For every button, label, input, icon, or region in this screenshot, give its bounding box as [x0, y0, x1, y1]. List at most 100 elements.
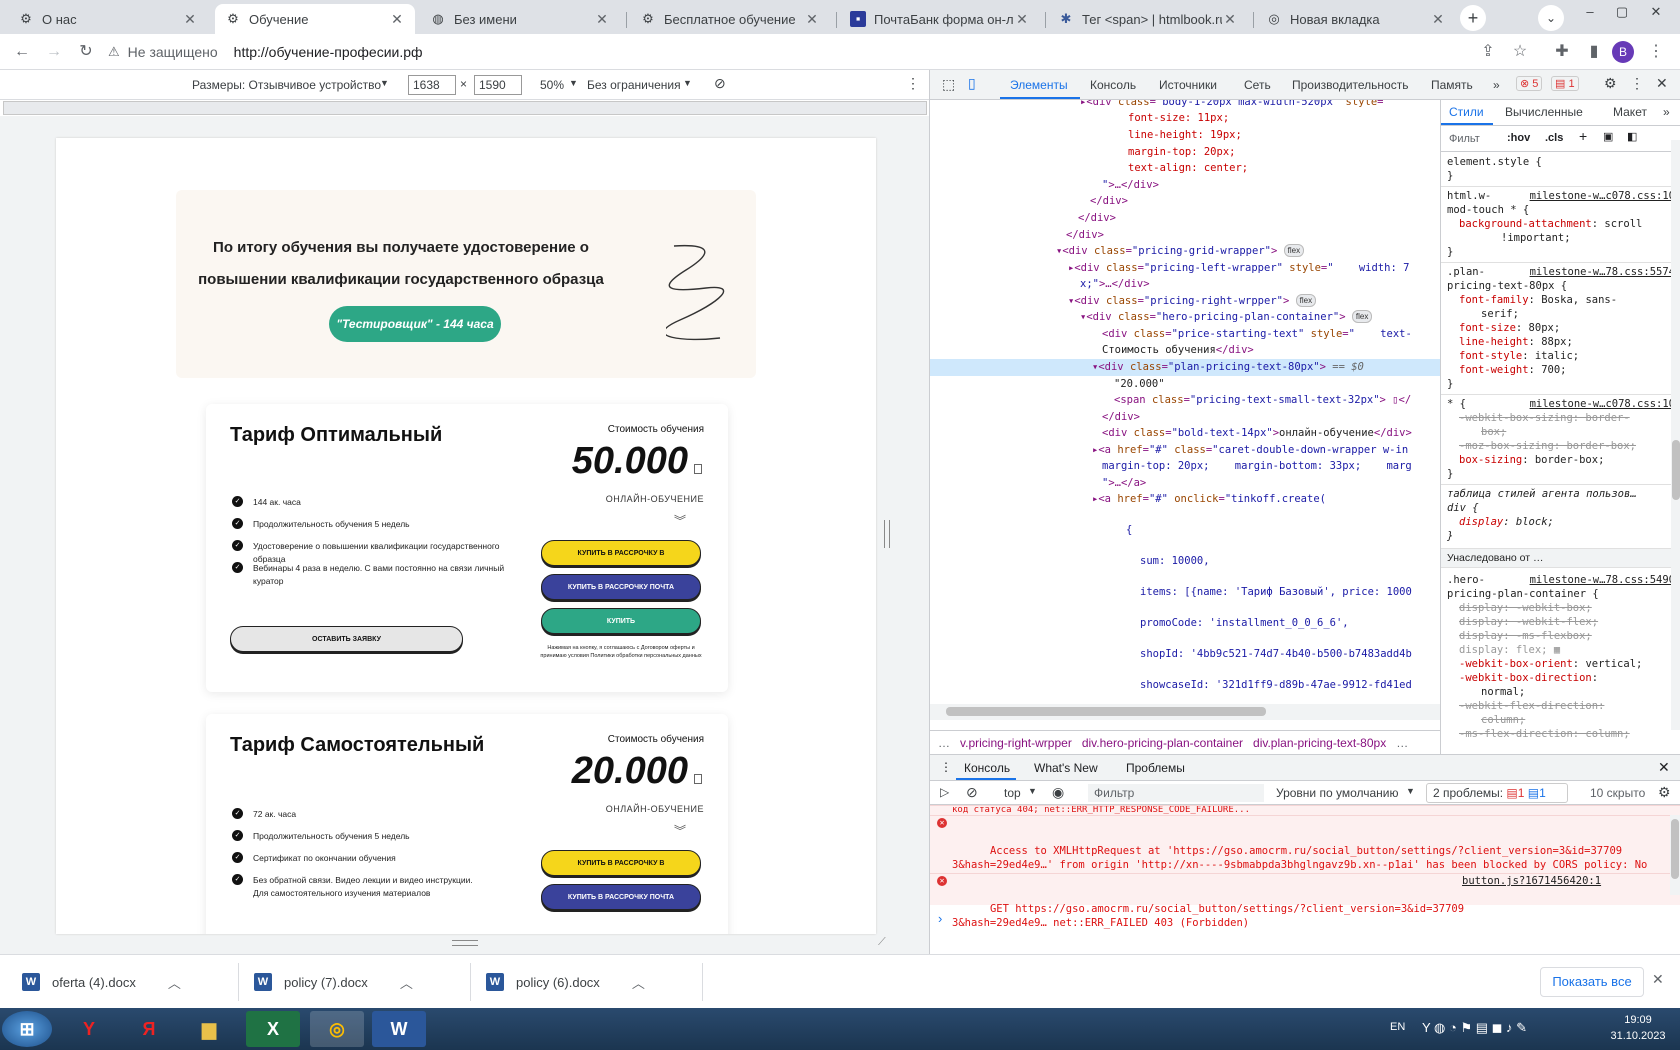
tab-besplatnoe[interactable]: ⚙ Бесплатное обучение ✕ — [630, 4, 830, 34]
close-icon[interactable]: ✕ — [182, 11, 198, 28]
close-icon[interactable]: ✕ — [594, 11, 610, 28]
settings-gear-icon[interactable]: ⚙ — [1604, 75, 1617, 92]
download-item[interactable]: W policy (7).docx ︿ — [254, 955, 413, 1009]
resize-corner-icon[interactable]: ⟋ — [878, 936, 886, 949]
bookmark-star-icon[interactable]: ☆ — [1508, 40, 1532, 64]
rotate-icon[interactable]: ⊘ — [714, 75, 726, 92]
style-property[interactable]: font-size: 80px; — [1459, 322, 1560, 336]
dom-node[interactable]: ▾<div class="hero-pricing-plan-container… — [930, 309, 1440, 326]
yandex-icon[interactable]: Я — [122, 1011, 176, 1047]
close-icon[interactable]: ✕ — [804, 11, 820, 28]
hov-toggle[interactable]: :hov — [1507, 132, 1530, 146]
yandex-browser-icon[interactable]: Y — [62, 1011, 116, 1047]
chevron-double-down-icon[interactable]: ︾ — [674, 822, 686, 839]
resize-handle-right[interactable] — [884, 520, 890, 548]
scroll-thumb[interactable] — [946, 707, 1266, 716]
style-property-overridden[interactable]: display: -ms-flexbox; — [1459, 630, 1592, 644]
maximize-button[interactable]: ▢ — [1612, 4, 1632, 24]
add-rule-icon[interactable]: + — [1579, 129, 1587, 144]
dom-node[interactable]: ▸<a href="#" onclick="tinkoff.create( — [930, 491, 1440, 508]
sidebar-toggle-icon[interactable]: ▷ — [940, 785, 949, 799]
dom-node[interactable]: <div class="bold-text-14px">онлайн-обуче… — [930, 425, 1440, 442]
console-settings-icon[interactable]: ⚙ — [1658, 784, 1671, 801]
style-property-overridden[interactable]: display: -webkit-flex; — [1459, 616, 1598, 630]
clear-console-icon[interactable]: ⊘ — [966, 784, 978, 801]
style-source-link[interactable]: milestone-w…78.css:5574 — [1530, 266, 1675, 280]
style-property[interactable]: background-attachment: scroll — [1459, 218, 1642, 232]
download-item[interactable]: W policy (6).docx ︿ — [486, 955, 645, 1009]
throttle-dropdown[interactable]: Без ограничения — [587, 78, 681, 92]
clock-time[interactable]: 19:09 — [1612, 1014, 1664, 1026]
download-item[interactable]: W oferta (4).docx ︿ — [22, 955, 181, 1009]
error-source-link[interactable]: button.js?1671456420:1 — [1462, 874, 1601, 888]
reload-icon[interactable]: ↻ — [74, 40, 98, 64]
profile-avatar[interactable]: B — [1612, 41, 1634, 63]
tab-console-drawer[interactable]: Консоль — [964, 761, 1010, 775]
style-property-overridden[interactable]: -webkit-box-sizing: border- — [1459, 412, 1630, 426]
close-icon[interactable]: ✕ — [1430, 11, 1446, 28]
style-property[interactable]: font-style: italic; — [1459, 350, 1579, 364]
style-property-overridden[interactable]: -ms-flex-direction: column; — [1459, 728, 1630, 742]
style-source-link[interactable]: milestone-w…78.css:5490 — [1530, 574, 1675, 588]
width-input[interactable]: 1638 — [408, 75, 456, 95]
chrome-icon[interactable]: ◎ — [310, 1011, 364, 1047]
style-property[interactable]: -webkit-box-direction: — [1459, 672, 1598, 686]
sidepanel-icon[interactable]: ▮ — [1582, 40, 1606, 64]
buy-installment-button[interactable]: КУПИТЬ В РАССРОЧКУ В — [541, 540, 701, 566]
dom-node[interactable]: ▾<div class="pricing-right-wrpper"> flex — [930, 293, 1440, 310]
start-button[interactable]: ⊞ — [2, 1011, 52, 1047]
chevron-up-icon[interactable]: ︿ — [400, 973, 413, 992]
tab-console[interactable]: Консоль — [1090, 78, 1136, 92]
inspect-icon[interactable]: ⬚ — [942, 76, 955, 93]
close-downloads-icon[interactable]: ✕ — [1652, 971, 1664, 988]
dom-node[interactable]: <span class="pricing-text-small-text-32p… — [930, 392, 1440, 409]
extensions-icon[interactable]: ✚ — [1550, 40, 1574, 64]
issues-button[interactable]: 2 проблемы: ▤1 ▤1 — [1426, 783, 1568, 803]
tab-network[interactable]: Сеть — [1244, 78, 1271, 92]
elements-horizontal-scrollbar[interactable] — [930, 704, 1440, 720]
close-devtools-icon[interactable]: ✕ — [1656, 75, 1668, 92]
zoom-dropdown[interactable]: 50% — [540, 78, 564, 92]
minimize-button[interactable]: – — [1580, 4, 1600, 24]
console-prompt-icon[interactable]: › — [938, 911, 942, 926]
buy-installment-button[interactable]: КУПИТЬ В РАССРОЧКУ В — [541, 850, 701, 876]
tab-search-button[interactable]: ⌄ — [1538, 5, 1564, 31]
tab-htmlbook[interactable]: ✱ Тег <span> | htmlbook.ru ✕ — [1048, 4, 1248, 34]
eye-icon[interactable]: ◉ — [1052, 784, 1064, 801]
styles-scrollbar[interactable] — [1671, 140, 1680, 730]
crumb-more[interactable]: … — [938, 736, 950, 750]
crumb-item[interactable]: div.hero-pricing-plan-container — [1082, 736, 1243, 750]
show-all-button[interactable]: Показать все — [1540, 967, 1644, 997]
crumb-item[interactable]: v.pricing-right-wrpper — [960, 736, 1072, 750]
log-levels-select[interactable]: Уровни по умолчанию — [1276, 786, 1399, 800]
buy-button[interactable]: КУПИТЬ — [541, 608, 701, 634]
word-icon[interactable]: W — [372, 1011, 426, 1047]
buy-installment-post-button[interactable]: КУПИТЬ В РАССРОЧКУ ПОЧТА — [541, 574, 701, 600]
back-icon[interactable]: ← — [10, 40, 34, 64]
dom-node-selected[interactable]: ▾<div class="plan-pricing-text-80px"> ==… — [930, 359, 1440, 376]
resize-handle-bottom[interactable] — [452, 940, 478, 946]
tab-styles[interactable]: Стили — [1449, 105, 1484, 120]
share-icon[interactable]: ⇪ — [1476, 40, 1500, 64]
tab-pochtabank[interactable]: ▪ ПочтаБанк форма он-лай ✕ — [840, 4, 1040, 34]
elements-tree[interactable]: ▸<div class="body-1-20px max-width-520px… — [930, 100, 1440, 700]
console-error-get[interactable]: ✕ GET https://gso.amocrm.ru/social_butto… — [930, 873, 1680, 929]
console-scrollbar[interactable] — [1670, 815, 1680, 895]
tab-whats-new[interactable]: What's New — [1034, 761, 1098, 775]
chevron-up-icon[interactable]: ︿ — [168, 973, 181, 992]
style-property-overridden[interactable]: -webkit-flex-direction: — [1459, 700, 1604, 714]
style-property[interactable]: display: flex; ▦ — [1459, 644, 1560, 658]
more-tabs-icon[interactable]: » — [1663, 105, 1670, 120]
file-explorer-icon[interactable]: ▆ — [182, 1011, 236, 1047]
style-property-overridden[interactable]: -moz-box-sizing: border-box; — [1459, 440, 1636, 454]
tab-issues[interactable]: Проблемы — [1126, 761, 1185, 775]
menu-icon[interactable]: ⋮ — [1644, 40, 1668, 64]
more-options-icon[interactable]: ⋮ — [1630, 75, 1644, 92]
chevron-up-icon[interactable]: ︿ — [632, 973, 645, 992]
style-source-link[interactable]: milestone-w…c078.css:10 — [1530, 190, 1675, 204]
buy-installment-post-button[interactable]: КУПИТЬ В РАССРОЧКУ ПОЧТА — [541, 884, 701, 910]
dom-node[interactable]: ▸<div class="body-1-20px max-width-520px… — [930, 100, 1440, 111]
style-property-overridden[interactable]: display: -webkit-box; — [1459, 602, 1592, 616]
style-property[interactable]: -webkit-box-orient: vertical; — [1459, 658, 1642, 672]
dom-node[interactable]: ▸<div class="pricing-left-wrapper" style… — [930, 260, 1440, 277]
